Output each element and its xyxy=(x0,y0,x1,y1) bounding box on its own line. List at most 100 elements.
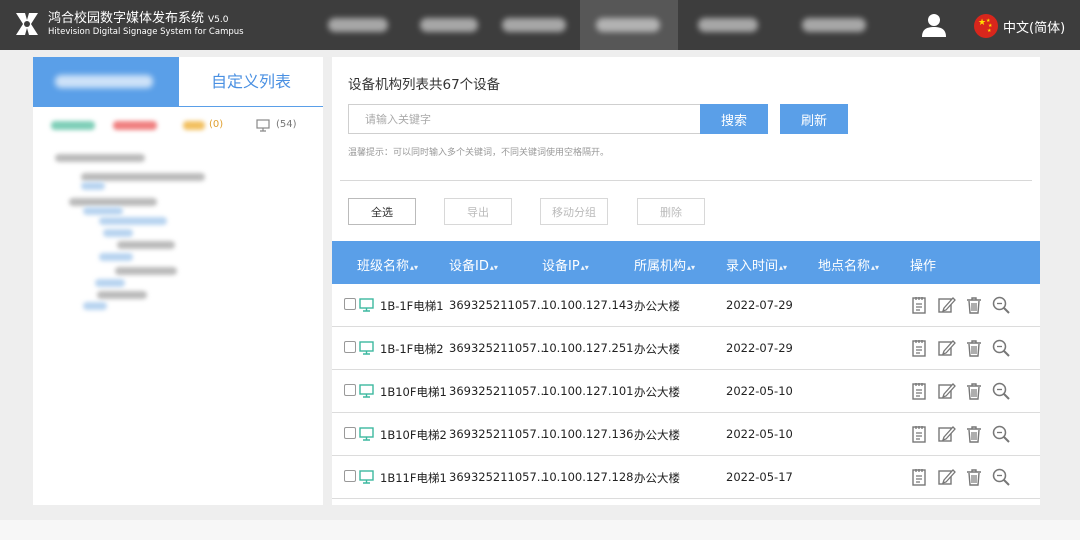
select-all-button[interactable]: 全选 xyxy=(348,198,416,225)
table-row[interactable]: 1B-1F电梯1 369325211057... 10.100.127.143 办公大… xyxy=(332,284,1040,327)
app-version: V5.0 xyxy=(208,15,229,25)
app-subtitle: Hitevision Digital Signage System for Ca… xyxy=(48,27,244,37)
details-icon[interactable] xyxy=(909,424,929,444)
column-device-ip[interactable]: 设备IP▴▾ xyxy=(542,255,589,274)
divider xyxy=(340,180,1032,181)
cell-organization: 办公大楼 xyxy=(634,428,680,442)
column-organization[interactable]: 所属机构▴▾ xyxy=(634,255,695,274)
search-zoom-icon[interactable] xyxy=(991,295,1011,315)
delete-icon[interactable] xyxy=(964,424,984,444)
details-icon[interactable] xyxy=(909,295,929,315)
status-offline[interactable] xyxy=(113,119,159,133)
monitor-icon xyxy=(359,469,374,484)
column-entry-time[interactable]: 录入时间▴▾ xyxy=(726,255,787,274)
cell-device-id: 369325211057... xyxy=(449,341,548,355)
column-location[interactable]: 地点名称▴▾ xyxy=(818,255,879,274)
table-row[interactable]: 1B11F电梯1 369325211057... 10.100.127.128 办公大… xyxy=(332,456,1040,499)
cell-entry-time: 2022-07-29 xyxy=(726,298,793,312)
monitor-icon xyxy=(256,119,270,132)
delete-button[interactable]: 删除 xyxy=(637,198,705,225)
row-checkbox[interactable] xyxy=(344,298,356,310)
refresh-button[interactable]: 刷新 xyxy=(780,104,848,134)
edit-icon[interactable] xyxy=(936,381,956,401)
cell-device-id: 369325211057... xyxy=(449,298,548,312)
app-title: 鸿合校园数字媒体发布系统 V5.0 xyxy=(48,11,229,26)
details-icon[interactable] xyxy=(909,381,929,401)
table-row[interactable]: 1B-1F电梯2 369325211057... 10.100.127.251 办公大… xyxy=(332,327,1040,370)
cell-device-id: 369325211057... xyxy=(449,427,548,441)
tab-custom-list[interactable]: 自定义列表 xyxy=(179,57,323,107)
table-header: 班级名称▴▾ 设备ID▴▾ 设备IP▴▾ 所属机构▴▾ 录入时间▴▾ 地点名称▴… xyxy=(332,241,1040,284)
cell-organization: 办公大楼 xyxy=(634,299,680,313)
row-checkbox[interactable] xyxy=(344,341,356,353)
nav-item-2[interactable] xyxy=(410,0,490,50)
cell-device-ip: 10.100.127.136 xyxy=(542,427,634,441)
search-zoom-icon[interactable] xyxy=(991,381,1011,401)
device-count-title: 设备机构列表共67个设备 xyxy=(348,77,501,93)
nav-item-6[interactable] xyxy=(794,0,874,50)
column-actions: 操作 xyxy=(910,259,937,274)
search-zoom-icon[interactable] xyxy=(991,338,1011,358)
details-icon[interactable] xyxy=(909,338,929,358)
search-zoom-icon[interactable] xyxy=(991,424,1011,444)
monitor-icon xyxy=(359,383,374,398)
row-checkbox[interactable] xyxy=(344,384,356,396)
search-zoom-icon[interactable] xyxy=(991,467,1011,487)
cell-organization: 办公大楼 xyxy=(634,471,680,485)
cell-class-name: 1B11F电梯1 xyxy=(380,471,447,485)
top-bar: 鸿合校园数字媒体发布系统 V5.0 Hitevision Digital Sign… xyxy=(0,0,1080,50)
logo-icon xyxy=(16,13,38,35)
nav-item-devices[interactable] xyxy=(580,0,678,50)
monitor-icon xyxy=(359,340,374,355)
language-selector[interactable]: 中文(简体) xyxy=(1003,17,1065,36)
search-tip: 温馨提示：可以同时输入多个关键词，不同关键词使用空格隔开。 xyxy=(348,148,610,158)
cell-entry-time: 2022-05-10 xyxy=(726,384,793,398)
row-checkbox[interactable] xyxy=(344,470,356,482)
cell-device-id: 369325211057... xyxy=(449,384,548,398)
column-class-name[interactable]: 班级名称▴▾ xyxy=(357,255,418,274)
details-icon[interactable] xyxy=(909,467,929,487)
cell-device-id: 369325211057... xyxy=(449,470,548,484)
monitor-icon xyxy=(359,426,374,441)
china-flag-icon[interactable]: ★ ★ ★ ★ xyxy=(974,14,998,38)
cell-class-name: 1B-1F电梯1 xyxy=(380,299,444,313)
cell-class-name: 1B10F电梯2 xyxy=(380,428,447,442)
status-total[interactable]: (54) xyxy=(256,119,316,133)
edit-icon[interactable] xyxy=(936,338,956,358)
cell-entry-time: 2022-05-17 xyxy=(726,470,793,484)
organization-panel: 自定义列表 (0) (54) xyxy=(33,57,323,505)
bottom-strip xyxy=(0,520,1080,540)
monitor-icon xyxy=(359,297,374,312)
table-row[interactable]: 1B10F电梯1 369325211057... 10.100.127.101 办公大… xyxy=(332,370,1040,413)
cell-device-ip: 10.100.127.128 xyxy=(542,470,634,484)
cell-class-name: 1B10F电梯1 xyxy=(380,385,447,399)
column-device-id[interactable]: 设备ID▴▾ xyxy=(449,255,498,274)
search-input[interactable] xyxy=(348,104,700,134)
edit-icon[interactable] xyxy=(936,424,956,444)
cell-class-name: 1B-1F电梯2 xyxy=(380,342,444,356)
nav-item-1[interactable] xyxy=(320,0,400,50)
cell-device-ip: 10.100.127.143 xyxy=(542,298,634,312)
edit-icon[interactable] xyxy=(936,467,956,487)
delete-icon[interactable] xyxy=(964,467,984,487)
nav-item-5[interactable] xyxy=(690,0,770,50)
edit-icon[interactable] xyxy=(936,295,956,315)
cell-organization: 办公大楼 xyxy=(634,385,680,399)
move-group-button[interactable]: 移动分组 xyxy=(540,198,608,225)
device-list-panel: 设备机构列表共67个设备 搜索 刷新 温馨提示：可以同时输入多个关键词，不同关键… xyxy=(332,57,1040,505)
cell-device-ip: 10.100.127.251 xyxy=(542,341,634,355)
delete-icon[interactable] xyxy=(964,295,984,315)
search-button[interactable]: 搜索 xyxy=(700,104,768,134)
status-warning[interactable]: (0) xyxy=(183,119,243,133)
cell-entry-time: 2022-05-10 xyxy=(726,427,793,441)
cell-entry-time: 2022-07-29 xyxy=(726,341,793,355)
row-checkbox[interactable] xyxy=(344,427,356,439)
status-online[interactable] xyxy=(51,119,97,133)
table-row[interactable]: 1B10F电梯2 369325211057... 10.100.127.136 办公大… xyxy=(332,413,1040,456)
user-icon[interactable] xyxy=(921,12,947,38)
delete-icon[interactable] xyxy=(964,338,984,358)
delete-icon[interactable] xyxy=(964,381,984,401)
tab-organization[interactable] xyxy=(33,57,179,107)
nav-item-3[interactable] xyxy=(494,0,578,50)
export-button[interactable]: 导出 xyxy=(444,198,512,225)
